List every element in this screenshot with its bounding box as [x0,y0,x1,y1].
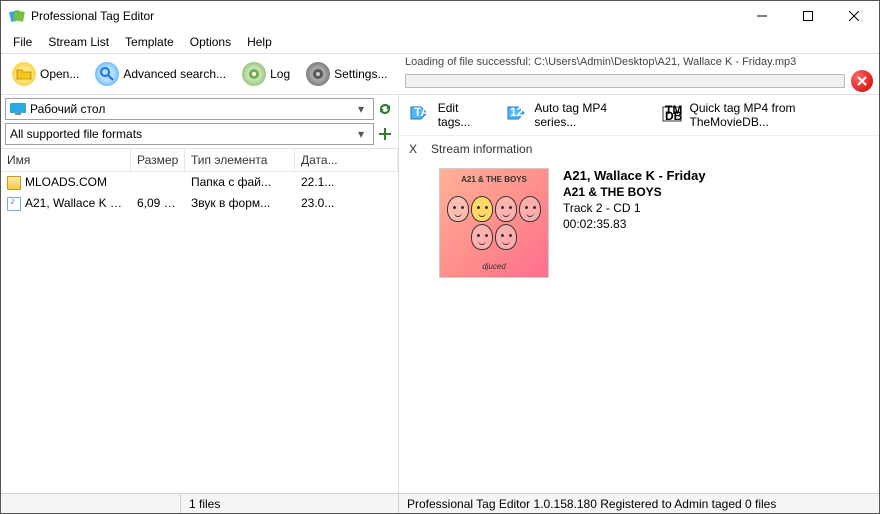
album-art-title: A21 & THE BOYS [461,175,527,184]
log-button[interactable]: Log [235,58,297,90]
minimize-button[interactable] [739,1,785,31]
path-row: Рабочий стол ▾ [1,95,398,123]
table-row[interactable]: MLOADS.COM Папка с фай... 22.1... [1,172,398,193]
main-area: Рабочий стол ▾ All supported file format… [1,95,879,493]
window-title: Professional Tag Editor [31,9,739,23]
gear-icon [242,62,266,86]
col-size-header[interactable]: Размер [131,149,185,171]
search-icon [95,62,119,86]
track-artist: A21 & THE BOYS [563,185,706,199]
menu-options[interactable]: Options [182,33,239,51]
tag-icon: TAG [409,104,434,126]
toolbar-left: Open... Advanced search... Log Settings.… [1,54,399,94]
stream-body: A21 & THE BOYS djuced A21, Wallace K - F… [399,162,879,288]
stream-info-label: Stream information [431,142,532,156]
advanced-search-button[interactable]: Advanced search... [88,58,233,90]
numbers-icon: 123 [506,104,531,126]
advanced-search-label: Advanced search... [123,67,226,81]
edit-tags-button[interactable]: TAG Edit tags... [405,99,496,131]
auto-tag-label: Auto tag MP4 series... [534,101,646,129]
close-icon [856,75,868,87]
window-controls [739,1,877,31]
path-combo[interactable]: Рабочий стол ▾ [5,98,374,120]
table-header: Имя Размер Тип элемента Дата... [1,149,398,172]
refresh-icon [378,102,392,116]
desktop-icon [10,103,26,115]
titlebar: Professional Tag Editor [1,1,879,31]
col-name-header[interactable]: Имя [1,149,131,171]
open-button[interactable]: Open... [5,58,86,90]
left-bottom-spacer [1,475,398,493]
left-panel: Рабочий стол ▾ All supported file format… [1,95,399,493]
tmdb-icon: TMDB [661,104,686,126]
folder-icon [7,176,21,190]
open-label: Open... [40,67,79,81]
path-label: Рабочий стол [30,102,353,116]
svg-text:123: 123 [510,105,530,119]
track-duration: 00:02:35.83 [563,217,706,231]
album-art-logo: djuced [482,262,506,271]
menu-template[interactable]: Template [117,33,182,51]
plus-icon [378,127,392,141]
menu-help[interactable]: Help [239,33,280,51]
menu-stream-list[interactable]: Stream List [40,33,117,51]
menubar: File Stream List Template Options Help [1,31,879,53]
settings-label: Settings... [334,67,387,81]
add-button[interactable] [376,125,394,143]
filter-label: All supported file formats [10,127,353,141]
refresh-button[interactable] [376,100,394,118]
statusbar: 1 files Professional Tag Editor 1.0.158.… [1,493,879,513]
edit-tags-label: Edit tags... [438,101,492,129]
auto-tag-button[interactable]: 123 Auto tag MP4 series... [502,99,651,131]
col-type-header[interactable]: Тип элемента [185,149,295,171]
filter-row: All supported file formats ▾ [1,123,398,148]
album-art: A21 & THE BOYS djuced [439,168,549,278]
statusbar-files: 1 files [181,494,399,513]
right-panel: TAG Edit tags... 123 Auto tag MP4 series… [399,95,879,493]
folder-icon [12,62,36,86]
quick-tag-tmdb-button[interactable]: TMDB Quick tag MP4 from TheMovieDB... [657,99,873,131]
app-icon [9,8,25,24]
album-art-faces [444,196,544,250]
svg-text:TAG: TAG [414,105,433,119]
track-number: Track 2 - CD 1 [563,201,706,215]
statusbar-left [1,494,181,513]
file-table: Имя Размер Тип элемента Дата... MLOADS.C… [1,148,398,475]
table-row[interactable]: A21, Wallace K - ... 6,09 МБ Звук в форм… [1,193,398,214]
toolbar-right: Loading of file successful: C:\Users\Adm… [399,54,879,94]
gear-dark-icon [306,62,330,86]
close-button[interactable] [831,1,877,31]
main-toolbar: Open... Advanced search... Log Settings.… [1,53,879,95]
svg-text:DB: DB [665,109,683,123]
quick-tag-label: Quick tag MP4 from TheMovieDB... [689,101,869,129]
menu-file[interactable]: File [5,33,40,51]
filter-combo[interactable]: All supported file formats ▾ [5,123,374,145]
right-toolbar: TAG Edit tags... 123 Auto tag MP4 series… [399,95,879,136]
col-date-header[interactable]: Дата... [295,149,398,171]
load-status-text: Loading of file successful: C:\Users\Adm… [405,56,873,68]
progress-bar [405,74,845,88]
settings-button[interactable]: Settings... [299,58,394,90]
chevron-down-icon: ▾ [353,127,369,141]
cancel-load-button[interactable] [851,70,873,92]
maximize-button[interactable] [785,1,831,31]
chevron-down-icon: ▾ [353,102,369,116]
music-file-icon [7,197,21,211]
stream-close-x[interactable]: X [409,142,417,156]
statusbar-registration: Professional Tag Editor 1.0.158.180 Regi… [399,494,879,513]
stream-header: X Stream information [399,136,879,162]
log-label: Log [270,67,290,81]
track-info: A21, Wallace K - Friday A21 & THE BOYS T… [563,168,706,233]
progress-row [405,70,873,92]
track-title: A21, Wallace K - Friday [563,168,706,183]
